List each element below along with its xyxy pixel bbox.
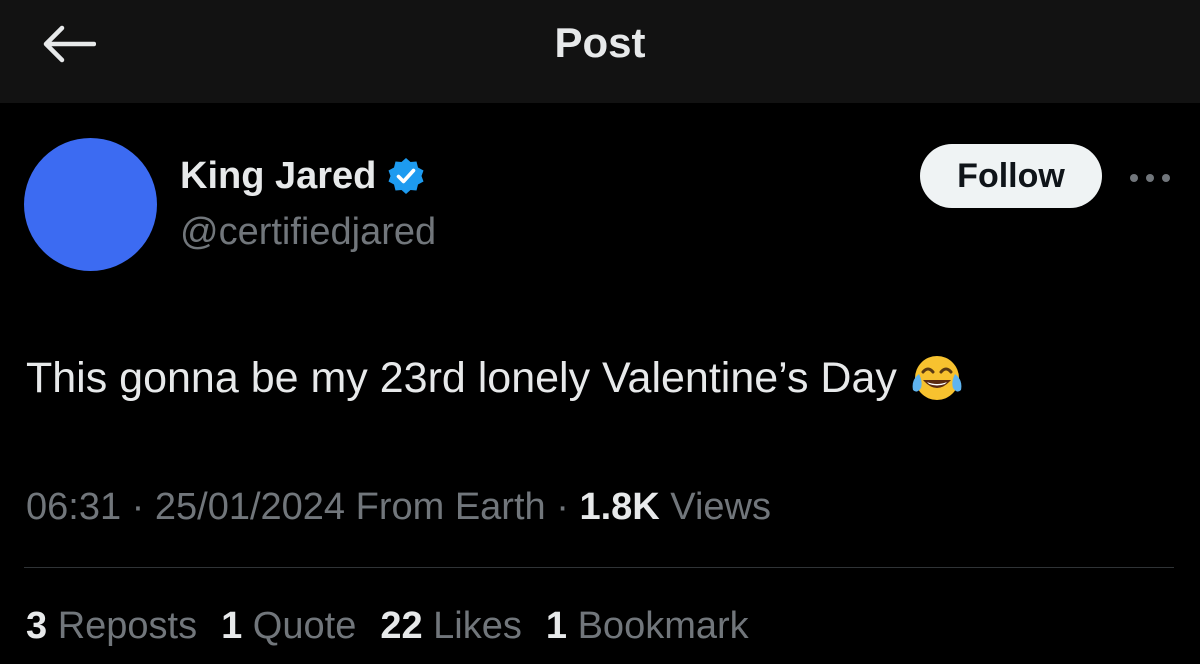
stat-reposts[interactable]: 3 Reposts — [26, 602, 197, 650]
avatar[interactable] — [24, 138, 157, 271]
meta-separator: · — [121, 486, 155, 528]
likes-count: 22 — [380, 605, 423, 647]
post-body: This gonna be my 23rd lonely Valentine’s… — [26, 350, 965, 406]
quotes-count: 1 — [221, 605, 243, 647]
verified-badge-icon — [388, 158, 424, 194]
meta-separator: · — [545, 486, 580, 528]
reposts-count: 3 — [26, 605, 48, 647]
face-with-tears-of-joy-icon — [912, 356, 962, 400]
stat-likes[interactable]: 22 Likes — [380, 602, 522, 650]
stat-quotes[interactable]: 1 Quote — [221, 602, 356, 650]
post-text: This gonna be my 23rd lonely Valentine’s… — [26, 354, 897, 402]
author-handle[interactable]: @certifiedjared — [180, 208, 436, 256]
views-count: 1.8K — [579, 486, 660, 528]
divider — [24, 567, 1174, 568]
post-date[interactable]: 25/01/2024 — [155, 486, 345, 528]
engagement-stats: 3 Reposts 1 Quote 22 Likes 1 Bookmark — [26, 602, 749, 650]
post-source: From Earth — [345, 486, 546, 528]
bookmarks-count: 1 — [545, 605, 568, 647]
post-time[interactable]: 06:31 — [26, 486, 121, 528]
post-meta: 06:31 · 25/01/2024 From Earth · 1.8K Vie… — [26, 483, 771, 531]
author-name-link[interactable]: King Jared — [180, 152, 426, 200]
likes-label: Likes — [422, 605, 522, 647]
follow-button[interactable]: Follow — [920, 144, 1102, 208]
page-title: Post — [554, 19, 646, 66]
bookmarks-label: Bookmark — [567, 605, 749, 647]
quotes-label: Quote — [242, 605, 357, 647]
stat-bookmarks[interactable]: 1 Bookmark — [546, 602, 749, 650]
reposts-label: Reposts — [47, 605, 198, 647]
more-horizontal-icon — [1130, 174, 1170, 182]
author-name: King Jared — [180, 155, 377, 197]
views-label: Views — [659, 486, 771, 528]
top-bar: Post — [0, 0, 1200, 103]
more-options-button[interactable] — [1124, 160, 1176, 196]
